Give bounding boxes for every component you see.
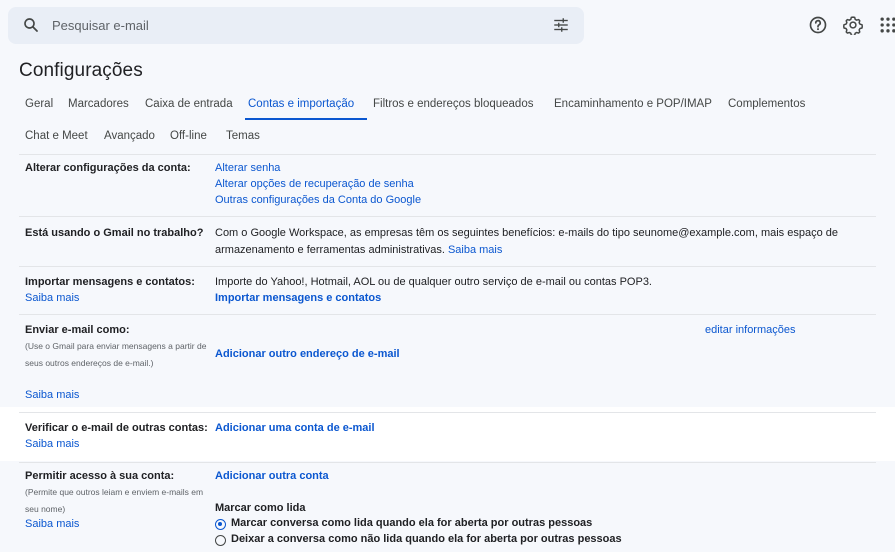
tab-general[interactable]: Geral xyxy=(25,98,53,110)
search-input[interactable] xyxy=(52,7,512,44)
tab-inbox[interactable]: Caixa de entrada xyxy=(145,98,233,110)
send-as-learn-more-link[interactable]: Saiba mais xyxy=(25,389,79,401)
edit-info-link[interactable]: editar informações xyxy=(705,324,796,336)
divider xyxy=(19,462,876,463)
tab-themes[interactable]: Temas xyxy=(226,130,260,142)
mark-read-option-label[interactable]: Marcar conversa como lida quando ela for… xyxy=(231,517,592,529)
import-learn-more-link[interactable]: Saiba mais xyxy=(25,292,79,304)
divider xyxy=(19,314,876,315)
gear-icon[interactable] xyxy=(843,15,863,35)
tab-accounts-import[interactable]: Contas e importação xyxy=(248,98,354,110)
highlighted-row xyxy=(0,407,895,461)
tab-chat-meet[interactable]: Chat e Meet xyxy=(25,130,88,142)
import-description: Importe do Yahoo!, Hotmail, AOL ou de qu… xyxy=(215,276,652,288)
tab-advanced[interactable]: Avançado xyxy=(104,130,155,142)
divider xyxy=(19,154,876,155)
search-icon[interactable] xyxy=(22,16,40,34)
mark-read-radio[interactable] xyxy=(215,519,226,530)
add-mail-account-link[interactable]: Adicionar uma conta de e-mail xyxy=(215,422,375,434)
search-bar[interactable] xyxy=(8,7,584,44)
add-another-account-link[interactable]: Adicionar outra conta xyxy=(215,470,329,482)
workspace-learn-more-link[interactable]: Saiba mais xyxy=(448,244,502,256)
tab-addons[interactable]: Complementos xyxy=(728,98,805,110)
search-options-icon[interactable] xyxy=(552,16,570,34)
import-mail-contacts-link[interactable]: Importar mensagens e contatos xyxy=(215,292,381,304)
grant-access-label: Permitir acesso à sua conta: xyxy=(25,470,175,482)
divider xyxy=(19,412,876,413)
google-account-settings-link[interactable]: Outras configurações da Conta do Google xyxy=(215,194,421,206)
help-icon[interactable] xyxy=(808,15,828,35)
settings-tabs-row2: Chat e Meet Avançado Off-line Temas xyxy=(19,124,895,150)
top-bar xyxy=(0,0,895,52)
keep-unread-option-label[interactable]: Deixar a conversa como não lida quando e… xyxy=(231,533,622,545)
workspace-description: Com o Google Workspace, as empresas têm … xyxy=(215,227,838,256)
tab-labels[interactable]: Marcadores xyxy=(68,98,129,110)
send-as-label: Enviar e-mail como: xyxy=(25,324,130,336)
send-as-description: (Use o Gmail para enviar mensagens a par… xyxy=(25,341,207,368)
tab-offline[interactable]: Off-line xyxy=(170,130,207,142)
settings-tabs: Geral Marcadores Caixa de entrada Contas… xyxy=(19,92,895,122)
check-mail-label: Verificar o e-mail de outras contas: xyxy=(25,422,208,434)
grant-access-learn-more-link[interactable]: Saiba mais xyxy=(25,518,79,530)
grant-access-description: (Permite que outros leiam e enviem e-mai… xyxy=(25,487,204,514)
change-account-label: Alterar configurações da conta: xyxy=(25,162,191,174)
divider xyxy=(19,216,876,217)
keep-unread-radio[interactable] xyxy=(215,535,226,546)
workspace-text: Com o Google Workspace, as empresas têm … xyxy=(215,225,875,259)
tab-forwarding[interactable]: Encaminhamento e POP/IMAP xyxy=(554,98,712,110)
divider xyxy=(19,266,876,267)
active-tab-indicator xyxy=(245,118,367,120)
workspace-label: Está usando o Gmail no trabalho? xyxy=(25,227,204,239)
import-label: Importar mensagens e contatos: xyxy=(25,276,195,288)
check-mail-learn-more-link[interactable]: Saiba mais xyxy=(25,438,79,450)
mark-as-read-title: Marcar como lida xyxy=(215,502,306,514)
change-password-link[interactable]: Alterar senha xyxy=(215,162,280,174)
page-title: Configurações xyxy=(19,60,143,81)
tab-filters[interactable]: Filtros e endereços bloqueados xyxy=(373,98,533,110)
recovery-options-link[interactable]: Alterar opções de recuperação de senha xyxy=(215,178,414,190)
apps-grid-icon[interactable] xyxy=(878,15,895,35)
add-email-address-link[interactable]: Adicionar outro endereço de e-mail xyxy=(215,348,400,360)
